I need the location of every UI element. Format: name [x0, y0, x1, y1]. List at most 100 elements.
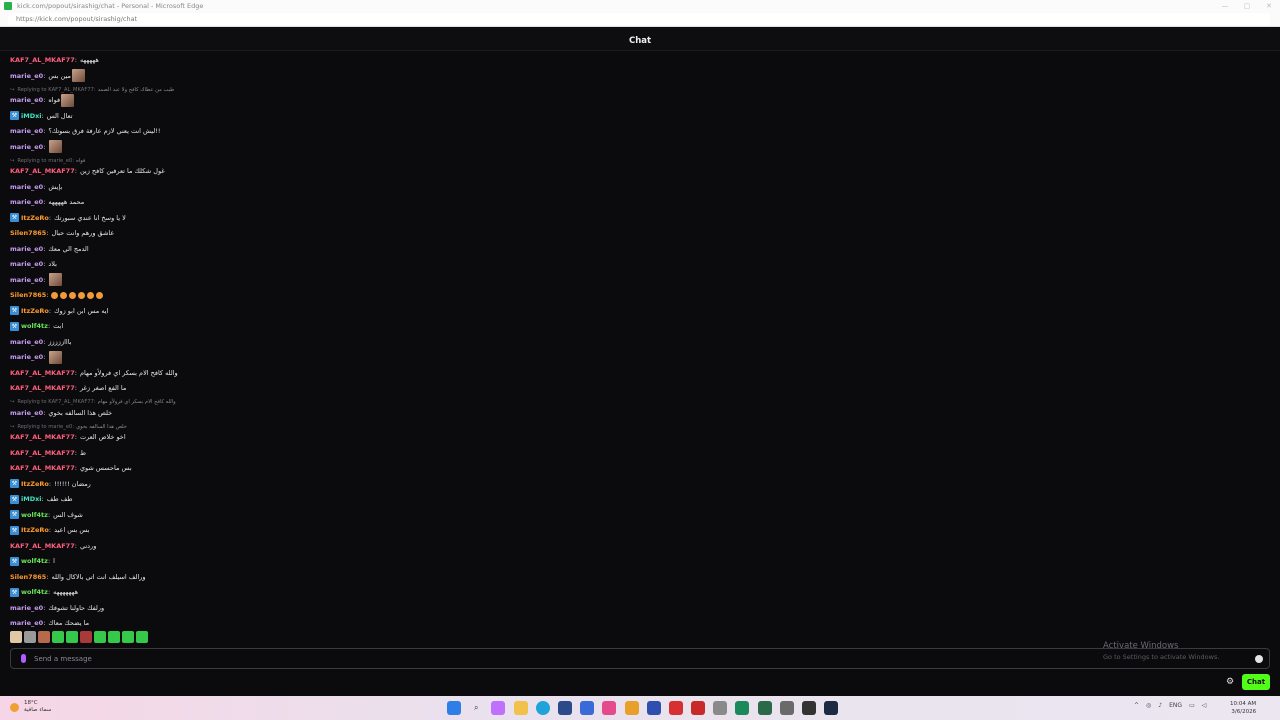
chat-username[interactable]: wolf4tz: [21, 588, 48, 596]
chat-message[interactable]: ⚒ iMDxi: تعال الس: [10, 110, 73, 122]
chat-username[interactable]: iMDxi: [21, 495, 42, 503]
chat-message[interactable]: marie_e0: الدمج الي معك: [10, 243, 89, 255]
chat-username[interactable]: iMDxi: [21, 112, 42, 120]
edge-active-icon[interactable]: [580, 701, 595, 715]
chat-username[interactable]: KAF7_AL_MKAF77: [10, 542, 75, 550]
recent-emote[interactable]: [80, 631, 92, 643]
chat-username[interactable]: marie_e0: [10, 143, 43, 151]
chat-username[interactable]: Silen7865: [10, 573, 46, 581]
chat-username[interactable]: marie_e0: [10, 338, 43, 346]
acrobat-icon[interactable]: [668, 701, 683, 715]
chat-message[interactable]: ⚒ ItzZeRo: رمضان !!!!!!: [10, 478, 91, 490]
recent-emote[interactable]: [38, 631, 50, 643]
chat-username[interactable]: marie_e0: [10, 127, 43, 135]
chat-username[interactable]: Silen7865: [10, 229, 46, 237]
chat-message[interactable]: marie_e0:: [10, 350, 63, 364]
volume-icon[interactable]: ◁: [1202, 702, 1207, 709]
chat-message[interactable]: ⚒ wolf4tz: شوف الس: [10, 509, 83, 521]
chat-message[interactable]: marie_e0:: [10, 273, 63, 286]
chat-message[interactable]: Silen7865:: [10, 289, 105, 301]
reply-context[interactable]: ↪ Replying to marie_e0: خلص هذا السالفه بخ…: [10, 422, 127, 431]
language-indicator[interactable]: ENG: [1169, 702, 1182, 709]
chat-message[interactable]: KAF7_AL_MKAF77: ط: [10, 447, 86, 459]
steam-icon[interactable]: [824, 701, 839, 715]
reply-context[interactable]: ↪ Replying to KAF7_AL_MKAF77: طيب من عطاك …: [10, 85, 174, 94]
monitor-icon[interactable]: ▭: [1189, 702, 1195, 709]
chat-username[interactable]: KAF7_AL_MKAF77: [10, 56, 75, 64]
app-icon-green[interactable]: [735, 701, 750, 715]
search-icon[interactable]: ⌕: [469, 701, 483, 715]
chat-message[interactable]: ⚒ wolf4tz: ابت: [10, 320, 63, 332]
recent-emote[interactable]: [136, 631, 148, 643]
chat-username[interactable]: wolf4tz: [21, 511, 48, 519]
chat-username[interactable]: marie_e0: [10, 198, 43, 206]
chat-message[interactable]: marie_e0: مين بس: [10, 69, 85, 82]
chat-messages[interactable]: KAF7_AL_MKAF77: هههههه marie_e0: مين بس ↪ Rep…: [0, 52, 1280, 627]
chat-username[interactable]: marie_e0: [10, 619, 43, 627]
emote-image[interactable]: [71, 69, 85, 82]
chat-send-button[interactable]: Chat: [1242, 674, 1270, 690]
chat-message[interactable]: KAF7_AL_MKAF77: هههههه: [10, 54, 99, 66]
chat-username[interactable]: marie_e0: [10, 276, 43, 284]
file-explorer-icon[interactable]: [513, 701, 528, 715]
chat-username[interactable]: marie_e0: [10, 72, 43, 80]
chat-username[interactable]: KAF7_AL_MKAF77: [10, 167, 75, 175]
app-icon-orange[interactable]: [624, 701, 639, 715]
chat-message[interactable]: marie_e0: ما يضحك معاك: [10, 617, 89, 629]
mic-tray-icon[interactable]: ♪: [1158, 702, 1162, 709]
chat-message[interactable]: Silen7865: ورالف اسيلف انت اتي بالاكال وا…: [10, 571, 146, 583]
chat-message[interactable]: ⚒ ItzZeRo: بس بس اعيد: [10, 524, 90, 536]
chat-message[interactable]: KAF7_AL_MKAF77: غول شكلك ما تعرفين كافح ز…: [10, 165, 165, 177]
emoji-picker-icon[interactable]: [1255, 655, 1263, 663]
tray-chevron-icon[interactable]: ^: [1134, 702, 1139, 709]
chat-message[interactable]: ⚒ ItzZeRo: ايه مس ابن ابو زوك: [10, 305, 108, 317]
message-input[interactable]: [34, 654, 1214, 663]
close-icon[interactable]: ✕: [1258, 0, 1280, 12]
chat-username[interactable]: KAF7_AL_MKAF77: [10, 369, 75, 377]
chat-message[interactable]: marie_e0:: [10, 140, 63, 153]
message-input-box[interactable]: [10, 648, 1270, 669]
reply-context[interactable]: ↪ Replying to KAF7_AL_MKAF77: والله كافح ا…: [10, 398, 176, 407]
chat-username[interactable]: wolf4tz: [21, 557, 48, 565]
chat-message[interactable]: marie_e0: باااززززز: [10, 336, 72, 348]
emote-image[interactable]: [49, 350, 63, 364]
chat-message[interactable]: ⚒ wolf4tz: ا: [10, 555, 55, 567]
chat-username[interactable]: Silen7865: [10, 291, 46, 299]
clock[interactable]: 10:04 AM 3/6/2026: [1230, 700, 1256, 716]
emote-image[interactable]: [49, 140, 63, 153]
chat-message[interactable]: KAF7_AL_MKAF77: ما الفع اصغر زغر: [10, 382, 126, 394]
chrome-icon[interactable]: [757, 701, 772, 715]
chat-message[interactable]: KAF7_AL_MKAF77: بس ماحسس شوي: [10, 462, 132, 474]
maximize-icon[interactable]: ▢: [1236, 0, 1258, 12]
chat-username[interactable]: KAF7_AL_MKAF77: [10, 433, 75, 441]
chat-message[interactable]: KAF7_AL_MKAF77: والله كافح الام بسكر اي ف…: [10, 367, 178, 379]
chat-username[interactable]: wolf4tz: [21, 322, 48, 330]
mic-icon[interactable]: [21, 654, 26, 663]
recent-emote[interactable]: [52, 631, 64, 643]
chat-message[interactable]: marie_e0: فواه: [10, 93, 75, 107]
chat-username[interactable]: KAF7_AL_MKAF77: [10, 449, 75, 457]
chat-username[interactable]: marie_e0: [10, 409, 43, 417]
chat-message[interactable]: KAF7_AL_MKAF77: وردني: [10, 540, 96, 552]
recent-emote[interactable]: [66, 631, 78, 643]
windows-start-icon[interactable]: [447, 701, 461, 715]
chat-username[interactable]: marie_e0: [10, 353, 43, 361]
chat-message[interactable]: marie_e0: !!ليش انت يعني لازم عارفة فرق ب…: [10, 125, 160, 137]
store-icon[interactable]: [557, 701, 572, 715]
chat-username[interactable]: marie_e0: [10, 183, 43, 191]
chat-username[interactable]: KAF7_AL_MKAF77: [10, 384, 75, 392]
chat-message[interactable]: marie_e0: بإيش: [10, 181, 62, 193]
url-field[interactable]: https://kick.com/popout/sirashig/chat: [8, 13, 1270, 25]
minimize-icon[interactable]: —: [1214, 0, 1236, 12]
recent-emote[interactable]: [24, 631, 36, 643]
chat-username[interactable]: ItzZeRo: [21, 526, 49, 534]
chat-message[interactable]: marie_e0: محمد هههههه: [10, 196, 84, 208]
reply-context[interactable]: ↪ Replying to marie_e0: فواه: [10, 156, 85, 165]
app-icon-red[interactable]: [691, 701, 706, 715]
emote-image[interactable]: [49, 273, 63, 286]
chat-message[interactable]: Silen7865: عاشق ورهم وانت حبال: [10, 227, 114, 239]
settings-gear-icon[interactable]: ⚙: [1225, 677, 1235, 687]
chat-username[interactable]: marie_e0: [10, 96, 43, 104]
edge-icon[interactable]: [535, 701, 550, 715]
app-icon-pink[interactable]: [602, 701, 617, 715]
